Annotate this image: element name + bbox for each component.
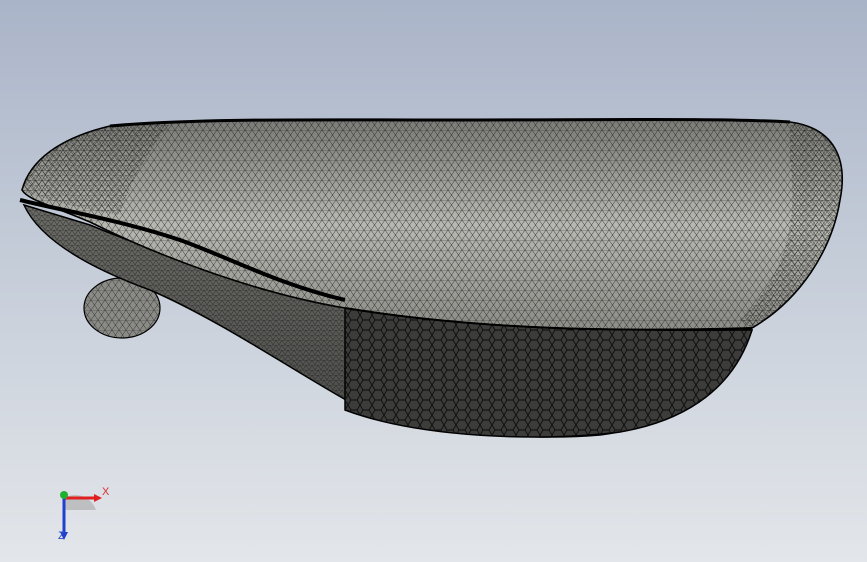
triad-x-label: X	[102, 486, 110, 498]
coordinate-triad: X Z	[44, 480, 124, 550]
saddle-mesh-model[interactable]	[0, 0, 867, 562]
triad-axes-icon	[60, 491, 102, 540]
graphics-viewport[interactable]: X Z	[0, 0, 867, 562]
triad-z-label: Z	[58, 530, 65, 542]
